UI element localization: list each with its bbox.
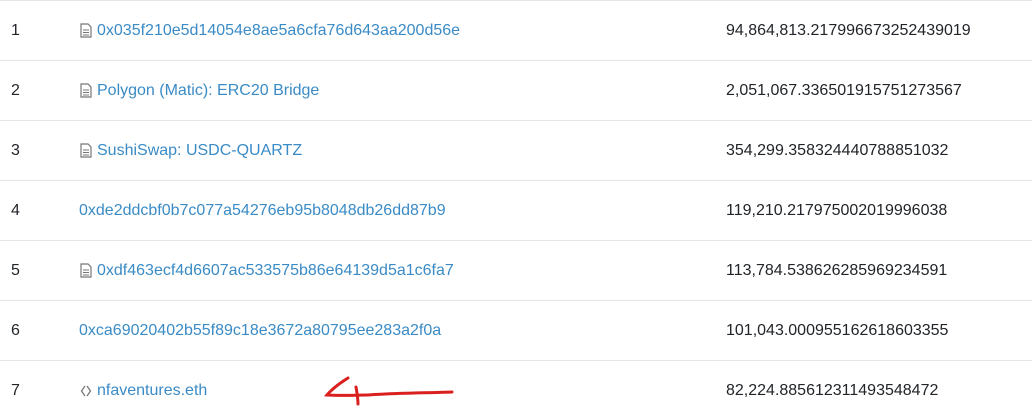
contract-file-icon — [79, 23, 93, 39]
address-text: nfaventures.eth — [97, 381, 208, 399]
contract-file-icon — [79, 143, 93, 159]
rank-cell: 4 — [11, 202, 20, 219]
address-text: 0x035f210e5d14054e8ae5a6cfa76d643aa200d5… — [97, 21, 461, 39]
quantity-cell: 2,051,067.336501915751273567 — [726, 82, 962, 99]
address-link[interactable]: SushiSwap: USDC-QUARTZ — [79, 121, 302, 180]
contract-file-icon — [79, 263, 93, 279]
rank-cell: 6 — [11, 322, 20, 339]
address-text: SushiSwap: USDC-QUARTZ — [97, 141, 303, 159]
ens-name-icon — [79, 383, 93, 399]
address-link[interactable]: 0xca69020402b55f89c18e3672a80795ee283a2f… — [79, 301, 441, 360]
rank-cell: 7 — [11, 382, 20, 399]
table-row: 3 SushiSwap: USDC-QUARTZ 354,299.3583244… — [0, 121, 1032, 181]
table-row: 1 0x035f210e5d14054e8ae5a6cfa76d643aa200… — [0, 1, 1032, 61]
table-row: 4 0xde2ddcbf0b7c077a54276eb95b8048db26dd… — [0, 181, 1032, 241]
address-text: 0xca69020402b55f89c18e3672a80795ee283a2f… — [79, 321, 442, 339]
quantity-cell: 82,224.885612311493548472 — [726, 382, 939, 399]
red-arrow-annotation-icon — [323, 376, 454, 406]
table-row: 5 0xdf463ecf4d6607ac533575b86e64139d5a1c… — [0, 241, 1032, 301]
holders-table: 1 0x035f210e5d14054e8ae5a6cfa76d643aa200… — [0, 0, 1032, 415]
quantity-cell: 94,864,813.217996673252439019 — [726, 22, 971, 39]
rank-cell: 2 — [11, 82, 20, 99]
table-row: 7 nfaventures.eth 82,224.885612311493548… — [0, 361, 1032, 415]
address-text: Polygon (Matic): ERC20 Bridge — [97, 81, 320, 99]
quantity-cell: 354,299.358324440788851032 — [726, 142, 949, 159]
quantity-cell: 101,043.000955162618603355 — [726, 322, 949, 339]
address-link[interactable]: Polygon (Matic): ERC20 Bridge — [79, 61, 319, 120]
address-text: 0xde2ddcbf0b7c077a54276eb95b8048db26dd87… — [79, 201, 446, 219]
address-link[interactable]: nfaventures.eth — [79, 361, 207, 415]
address-link[interactable]: 0xdf463ecf4d6607ac533575b86e64139d5a1c6f… — [79, 241, 454, 300]
address-link[interactable]: 0xde2ddcbf0b7c077a54276eb95b8048db26dd87… — [79, 181, 446, 240]
rank-cell: 1 — [11, 22, 20, 39]
table-row: 2 Polygon (Matic): ERC20 Bridge 2,051,06… — [0, 61, 1032, 121]
contract-file-icon — [79, 83, 93, 99]
rank-cell: 3 — [11, 142, 20, 159]
table-row: 6 0xca69020402b55f89c18e3672a80795ee283a… — [0, 301, 1032, 361]
quantity-cell: 113,784.538626285969234591 — [726, 262, 948, 279]
quantity-cell: 119,210.217975002019996038 — [726, 202, 948, 219]
rank-cell: 5 — [11, 262, 20, 279]
address-link[interactable]: 0x035f210e5d14054e8ae5a6cfa76d643aa200d5… — [79, 1, 460, 60]
address-text: 0xdf463ecf4d6607ac533575b86e64139d5a1c6f… — [97, 261, 454, 279]
